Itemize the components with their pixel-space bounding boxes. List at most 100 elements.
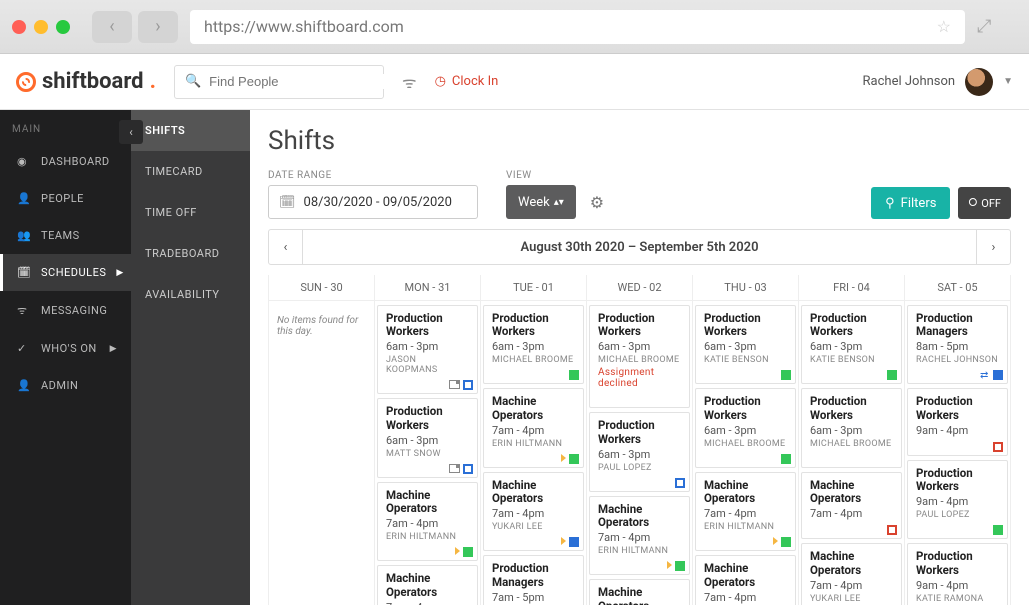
clock-icon: ◷ — [435, 74, 446, 89]
green-badge-icon — [781, 537, 791, 547]
shift-card[interactable]: Machine Operators7am - 4pmYUKARI LEE — [483, 472, 584, 551]
sidebar-item-people[interactable]: 👤PEOPLE — [0, 180, 131, 217]
shift-badges — [781, 454, 791, 464]
shift-title: Production Workers — [916, 550, 999, 576]
sidebar-item-label: WHO'S ON — [41, 342, 97, 355]
submenu-item-tradeboard[interactable]: TRADEBOARD — [131, 233, 250, 274]
day-column: SUN - 30No items found for this day. — [269, 275, 375, 605]
shift-card[interactable]: Production Workers6am - 3pmJASON KOOPMAN… — [377, 305, 478, 394]
submenu-item-time-off[interactable]: TIME OFF — [131, 192, 250, 233]
url-text: https://www.shiftboard.com — [204, 17, 404, 36]
shift-card[interactable]: Machine Operators7am - 4pmERIN HILTMANN — [377, 482, 478, 561]
shift-title: Machine Operators — [386, 489, 469, 515]
shift-card[interactable]: Production Workers6am - 3pmMICHAEL BROOM… — [695, 388, 796, 467]
day-header: FRI - 04 — [799, 275, 904, 301]
shift-card[interactable]: Production Workers6am - 3pmMICHAEL BROOM… — [801, 388, 902, 467]
search-input[interactable] — [209, 74, 385, 89]
shift-card[interactable]: Machine Operators7am - 4pmYUKARI LEE — [801, 543, 902, 605]
shift-person: MICHAEL BROOME — [810, 439, 893, 449]
shift-title: Production Workers — [810, 312, 893, 338]
user-menu[interactable]: Rachel Johnson ▼ — [863, 68, 1013, 96]
nav-buttons: ‹ › — [92, 11, 178, 43]
close-window-icon[interactable] — [12, 20, 26, 34]
shift-card[interactable]: Production Workers6am - 3pmKATIE BENSON — [695, 305, 796, 384]
browser-chrome: ‹ › https://www.shiftboard.com ☆ ⤢ — [0, 0, 1029, 54]
filters-button[interactable]: ⚲ Filters — [871, 187, 950, 219]
shift-badges — [449, 464, 473, 474]
shift-card[interactable]: Production Managers8am - 5pmRACHEL JOHNS… — [907, 305, 1008, 384]
shift-card[interactable]: Machine Operators7am - 4pmYUKARI LEE — [377, 565, 478, 605]
submenu-item-timecard[interactable]: TIMECARD — [131, 151, 250, 192]
shift-card[interactable]: Production Managers7am - 5pmSTEVEN CHANG — [483, 555, 584, 605]
shift-time: 6am - 3pm — [598, 448, 681, 461]
bluef-badge-icon — [993, 370, 1003, 380]
shift-card[interactable]: Machine Operators7am - 4pmERIN HILTMANN — [483, 388, 584, 467]
shift-title: Production Workers — [916, 467, 999, 493]
shift-card[interactable]: Machine Operators7am - 4pmERIN HILTMANN — [589, 496, 690, 575]
shift-card[interactable]: Production Workers6am - 3pmPAUL LOPEZ — [589, 412, 690, 491]
shift-person: JASON KOOPMANS — [386, 355, 469, 375]
shift-card[interactable]: Production Workers9am - 4pmPAUL LOPEZ — [907, 460, 1008, 539]
shift-card[interactable]: Production Workers9am - 4pm — [907, 388, 1008, 455]
sidebar-item-admin[interactable]: 👤ADMIN — [0, 367, 131, 404]
collapse-sidebar-button[interactable]: ‹ — [119, 120, 143, 144]
shift-time: 7am - 4pm — [704, 507, 787, 520]
shift-title: Production Workers — [598, 312, 681, 338]
day-column: MON - 31Production Workers6am - 3pmJASON… — [375, 275, 481, 605]
sidebar-icon: 👤 — [17, 192, 31, 205]
next-week-button[interactable]: › — [976, 230, 1010, 264]
sidebar-item-who-s-on[interactable]: ✓WHO'S ON▶ — [0, 330, 131, 367]
shift-title: Machine Operators — [598, 503, 681, 529]
shift-card[interactable]: Production Workers6am - 3pmKATIE BENSON — [801, 305, 902, 384]
shift-card[interactable]: Machine Operators7am - 4pm — [801, 472, 902, 539]
day-column: TUE - 01Production Workers6am - 3pmMICHA… — [481, 275, 587, 605]
url-bar[interactable]: https://www.shiftboard.com ☆ — [190, 10, 965, 44]
sidebar-item-schedules[interactable]: 🗓SCHEDULES▶ — [0, 254, 131, 291]
search-box[interactable]: 🔍 — [174, 65, 384, 99]
shift-time: 7am - 4pm — [492, 507, 575, 520]
broadcast-icon[interactable]: ᯤ — [402, 71, 417, 93]
shift-badges — [455, 547, 473, 557]
day-header: SUN - 30 — [269, 275, 374, 301]
shift-card[interactable]: Production Workers6am - 3pmMATT SNOW — [377, 398, 478, 477]
shift-time: 9am - 4pm — [916, 424, 999, 437]
sidebar-icon: ✓ — [17, 342, 31, 355]
shift-title: Machine Operators — [810, 550, 893, 576]
shift-card[interactable]: Production Workers6am - 3pmMICHAEL BROOM… — [589, 305, 690, 408]
prev-week-button[interactable]: ‹ — [269, 230, 303, 264]
submenu-item-shifts[interactable]: SHIFTS — [131, 110, 250, 151]
forward-button[interactable]: › — [138, 11, 178, 43]
shift-title: Production Workers — [704, 395, 787, 421]
clock-in-button[interactable]: ◷ Clock In — [435, 74, 499, 89]
shift-card[interactable]: Production Workers9am - 4pmKATIE RAMONA — [907, 543, 1008, 605]
back-button[interactable]: ‹ — [92, 11, 132, 43]
sidebar-item-dashboard[interactable]: ◉DASHBOARD — [0, 143, 131, 180]
shift-person: MATT SNOW — [386, 449, 469, 459]
shift-card[interactable]: Production Workers6am - 3pmMICHAEL BROOM… — [483, 305, 584, 384]
expand-icon[interactable]: ⤢ — [977, 16, 1017, 37]
sidebar-header: MAIN — [0, 110, 131, 143]
logo[interactable]: shiftboard. — [16, 69, 156, 94]
off-toggle[interactable]: ⭘ OFF — [958, 187, 1011, 219]
shift-card[interactable]: Machine Operators7am - 4pmYUKARI LEE — [589, 579, 690, 605]
shift-card[interactable]: Machine Operators7am - 4pmERIN HILTMANN — [695, 472, 796, 551]
brand-text: shiftboard — [42, 69, 144, 94]
date-range-value: 08/30/2020 - 09/05/2020 — [304, 195, 452, 210]
green-badge-icon — [781, 454, 791, 464]
green-badge-icon — [993, 525, 1003, 535]
minimize-window-icon[interactable] — [34, 20, 48, 34]
view-select[interactable]: Week ▴▾ — [506, 185, 576, 219]
gear-icon[interactable]: ⚙ — [590, 193, 604, 212]
sidebar-item-label: ADMIN — [41, 379, 78, 392]
maximize-window-icon[interactable] — [56, 20, 70, 34]
sidebar-item-teams[interactable]: 👥TEAMS — [0, 217, 131, 254]
submenu-item-availability[interactable]: AVAILABILITY — [131, 274, 250, 315]
sidebar-icon: ◉ — [17, 155, 31, 168]
date-range-input[interactable]: 🗓 08/30/2020 - 09/05/2020 — [268, 185, 478, 219]
shift-person: ERIN HILTMANN — [386, 532, 469, 542]
shift-title: Machine Operators — [704, 479, 787, 505]
shift-time: 6am - 3pm — [704, 340, 787, 353]
filters-label: Filters — [901, 196, 937, 211]
sidebar-item-messaging[interactable]: ᯤMESSAGING — [0, 291, 131, 330]
shift-card[interactable]: Machine Operators7am - 4pmYUKARI LEE — [695, 555, 796, 605]
